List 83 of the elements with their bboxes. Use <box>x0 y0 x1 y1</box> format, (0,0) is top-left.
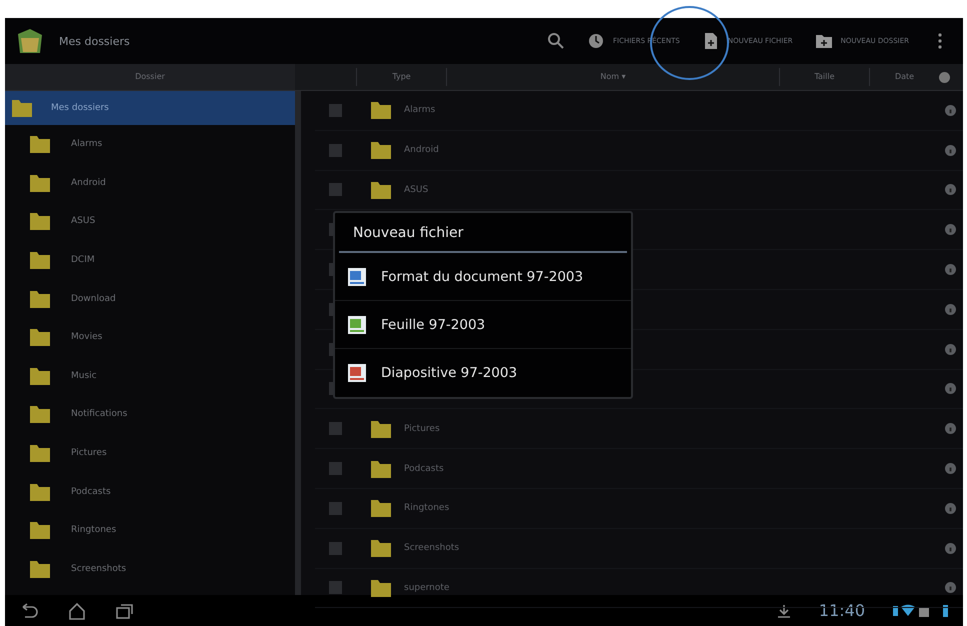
file-name[interactable]: Ringtones <box>404 503 945 514</box>
folder-icon <box>29 520 51 540</box>
info-icon[interactable] <box>945 144 956 156</box>
folder-icon <box>370 100 392 120</box>
tree-item[interactable]: Pictures <box>5 434 295 472</box>
file-name[interactable]: supernote <box>404 582 945 593</box>
file-name[interactable]: Pictures <box>404 424 945 434</box>
download-icon <box>776 602 791 618</box>
info-icon[interactable] <box>945 542 956 554</box>
tree-item[interactable]: Mes dossiers <box>5 91 295 125</box>
tree-item[interactable]: Podcasts <box>5 472 295 511</box>
folder-icon <box>29 172 51 193</box>
checkbox[interactable] <box>329 502 342 515</box>
folder-icon <box>29 288 51 309</box>
sheet-file-icon <box>347 314 367 334</box>
folder-icon <box>29 443 51 464</box>
menu-item[interactable]: Format du document 97-2003 <box>335 253 631 301</box>
folder-icon <box>29 558 51 579</box>
info-icon[interactable] <box>945 304 956 315</box>
file-name[interactable]: ASUS <box>404 184 945 195</box>
tree-item[interactable]: DCIM <box>5 240 295 280</box>
checkbox[interactable] <box>329 104 342 117</box>
folder-icon <box>370 538 392 558</box>
tree-item[interactable]: Download <box>5 279 295 318</box>
info-icon <box>939 72 950 82</box>
column-header[interactable]: Type <box>356 68 446 86</box>
info-icon[interactable] <box>945 184 956 196</box>
slides-file-icon <box>347 363 367 383</box>
folder-icon <box>11 98 33 118</box>
checkbox[interactable] <box>329 144 342 157</box>
clock-icon <box>587 32 605 50</box>
app-title: Mes dossiers <box>59 34 130 48</box>
tree-item[interactable]: Ringtones <box>5 510 295 550</box>
folder-icon <box>370 458 392 479</box>
tree-item[interactable]: Android <box>5 164 295 202</box>
folder-icon <box>370 578 392 598</box>
tree-item[interactable]: Movies <box>5 318 295 357</box>
checkbox[interactable] <box>329 183 342 196</box>
column-header[interactable]: Taille <box>779 68 869 86</box>
folder-icon <box>370 418 392 439</box>
file-name[interactable]: Android <box>404 145 945 156</box>
menu-item[interactable]: Diapositive 97-2003 <box>335 349 631 397</box>
info-icon[interactable] <box>945 344 956 355</box>
tree-item[interactable]: Notifications <box>5 395 295 434</box>
file-name[interactable]: Screenshots <box>404 543 945 554</box>
recent-apps-icon[interactable] <box>115 602 135 620</box>
home-icon[interactable] <box>67 602 87 620</box>
menu-item[interactable]: Feuille 97-2003 <box>335 301 631 349</box>
folder-app-icon <box>15 26 45 56</box>
column-header[interactable]: Nom ▾ <box>446 68 779 86</box>
folder-icon <box>29 250 51 270</box>
folder-icon <box>29 366 51 386</box>
folder-icon <box>29 134 51 154</box>
folder-icon <box>370 180 392 200</box>
checkbox[interactable] <box>329 542 342 555</box>
tree-item[interactable]: Music <box>5 356 295 396</box>
file-name[interactable]: Podcasts <box>404 464 945 474</box>
dialog-title: Nouveau fichier <box>339 213 627 253</box>
info-icon[interactable] <box>945 502 956 514</box>
status-icons-drawing <box>893 604 949 618</box>
folder-icon <box>29 327 51 348</box>
info-icon[interactable] <box>945 383 956 394</box>
tree-item[interactable]: Screenshots <box>5 550 295 588</box>
folder-icon <box>29 211 51 232</box>
info-icon[interactable] <box>945 582 956 594</box>
checkbox[interactable] <box>329 581 342 594</box>
folder-icon <box>370 498 392 518</box>
info-icon[interactable] <box>945 423 956 434</box>
info-icon[interactable] <box>945 463 956 474</box>
document-file-icon <box>347 266 367 286</box>
tree-item[interactable]: ASUS <box>5 202 295 241</box>
info-icon[interactable] <box>945 224 956 236</box>
folder-icon <box>370 140 392 160</box>
info-icon[interactable] <box>945 104 956 116</box>
column-header[interactable]: Dossier <box>5 64 295 90</box>
info-icon[interactable] <box>945 264 956 276</box>
tree-item[interactable]: Alarms <box>5 125 295 164</box>
folder-icon <box>29 482 51 502</box>
checkbox[interactable] <box>329 462 342 476</box>
folder-plus-icon <box>814 32 833 50</box>
folder-icon <box>29 404 51 424</box>
file-name[interactable]: Alarms <box>404 105 945 116</box>
checkbox[interactable] <box>329 422 342 436</box>
